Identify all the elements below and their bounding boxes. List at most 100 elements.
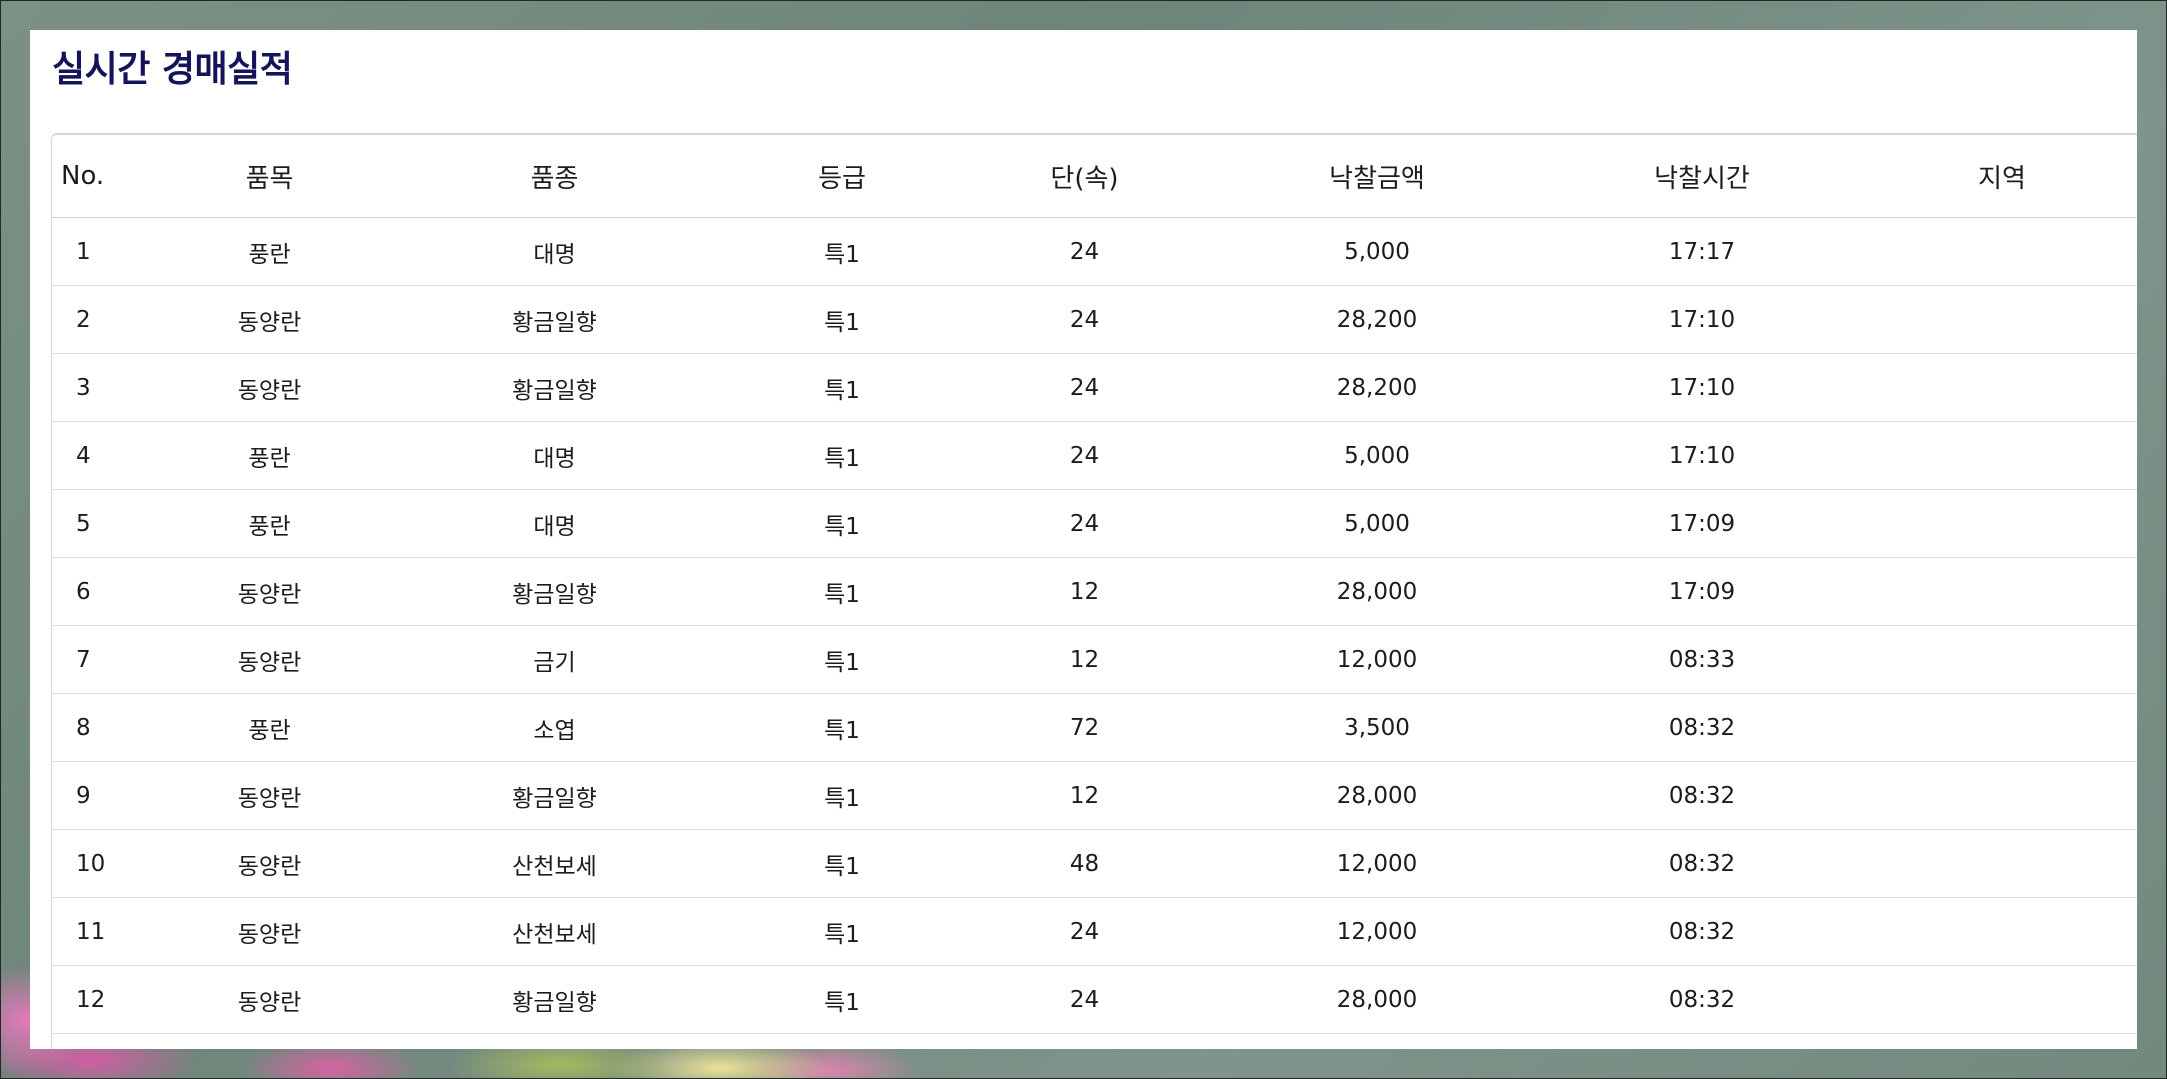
cell-region <box>1832 557 2137 626</box>
cell-variety: 소엽 <box>412 693 697 762</box>
cell-unit: 24 <box>987 897 1182 966</box>
cell-grade: 특1 <box>697 353 987 422</box>
cell-no: 9 <box>52 761 127 830</box>
table-row: 1 풍란 대명 특1 24 5,000 17:17 <box>52 217 2137 286</box>
cell-price: 28,200 <box>1182 285 1572 354</box>
cell-no: 12 <box>52 965 127 1034</box>
cell-region <box>1832 829 2137 898</box>
cell-item: 동양란 <box>127 285 412 354</box>
header-item: 품목 <box>127 135 412 218</box>
cell-variety: 금기 <box>412 625 697 694</box>
cell-time: 17:10 <box>1572 353 1832 422</box>
table-row: 3 동양란 황금일향 특1 24 28,200 17:10 <box>52 353 2137 422</box>
cell-unit: 12 <box>987 625 1182 694</box>
cell-variety: 대명 <box>412 421 697 490</box>
cell-price: 3,500 <box>1182 693 1572 762</box>
table-row: 5 풍란 대명 특1 24 5,000 17:09 <box>52 489 2137 558</box>
header-variety: 품종 <box>412 135 697 218</box>
cell-grade: 특1 <box>697 217 987 286</box>
cell-unit: 24 <box>987 965 1182 1034</box>
table-body: 1 풍란 대명 특1 24 5,000 17:17 2 동양란 황금일향 특1 24 28,200 17:… <box>52 217 2137 1034</box>
cell-grade: 특1 <box>697 965 987 1034</box>
cell-item: 동양란 <box>127 557 412 626</box>
cell-price: 5,000 <box>1182 489 1572 558</box>
cell-region <box>1832 693 2137 762</box>
cell-grade: 특1 <box>697 829 987 898</box>
cell-item: 동양란 <box>127 965 412 1034</box>
cell-price: 12,000 <box>1182 625 1572 694</box>
cell-unit: 12 <box>987 557 1182 626</box>
auction-results-table: No. 품목 품종 등급 단(속) 낙찰금액 낙찰시간 지역 1 풍란 대명 특1 24… <box>52 135 2137 1034</box>
cell-grade: 특1 <box>697 557 987 626</box>
cell-grade: 특1 <box>697 761 987 830</box>
header-no: No. <box>52 135 127 218</box>
cell-region <box>1832 897 2137 966</box>
cell-unit: 24 <box>987 421 1182 490</box>
table-header-row: No. 품목 품종 등급 단(속) 낙찰금액 낙찰시간 지역 <box>52 135 2137 218</box>
cell-time: 17:09 <box>1572 557 1832 626</box>
table-row: 6 동양란 황금일향 특1 12 28,000 17:09 <box>52 557 2137 626</box>
table-row: 8 풍란 소엽 특1 72 3,500 08:32 <box>52 693 2137 762</box>
cell-region <box>1832 489 2137 558</box>
cell-price: 28,000 <box>1182 965 1572 1034</box>
cell-grade: 특1 <box>697 897 987 966</box>
cell-no: 10 <box>52 829 127 898</box>
cell-no: 3 <box>52 353 127 422</box>
cell-grade: 특1 <box>697 693 987 762</box>
cell-variety: 황금일향 <box>412 353 697 422</box>
cell-region <box>1832 625 2137 694</box>
cell-grade: 특1 <box>697 421 987 490</box>
cell-no: 1 <box>52 217 127 286</box>
cell-price: 5,000 <box>1182 421 1572 490</box>
cell-price: 28,000 <box>1182 557 1572 626</box>
cell-time: 08:33 <box>1572 625 1832 694</box>
cell-time: 08:32 <box>1572 965 1832 1034</box>
cell-variety: 산천보세 <box>412 829 697 898</box>
cell-time: 17:10 <box>1572 421 1832 490</box>
cell-grade: 특1 <box>697 285 987 354</box>
cell-region <box>1832 965 2137 1034</box>
cell-time: 17:09 <box>1572 489 1832 558</box>
cell-price: 28,200 <box>1182 353 1572 422</box>
header-grade: 등급 <box>697 135 987 218</box>
table-row: 11 동양란 산천보세 특1 24 12,000 08:32 <box>52 897 2137 966</box>
cell-no: 8 <box>52 693 127 762</box>
cell-time: 17:10 <box>1572 285 1832 354</box>
results-table-container: No. 품목 품종 등급 단(속) 낙찰금액 낙찰시간 지역 1 풍란 대명 특1 24… <box>51 133 2137 1049</box>
cell-unit: 24 <box>987 353 1182 422</box>
header-region: 지역 <box>1832 135 2137 218</box>
cell-item: 동양란 <box>127 353 412 422</box>
cell-item: 동양란 <box>127 897 412 966</box>
cell-region <box>1832 285 2137 354</box>
cell-time: 08:32 <box>1572 829 1832 898</box>
cell-item: 풍란 <box>127 421 412 490</box>
cell-region <box>1832 217 2137 286</box>
cell-item: 풍란 <box>127 489 412 558</box>
cell-variety: 황금일향 <box>412 557 697 626</box>
cell-time: 08:32 <box>1572 693 1832 762</box>
table-row: 12 동양란 황금일향 특1 24 28,000 08:32 <box>52 965 2137 1034</box>
table-row: 7 동양란 금기 특1 12 12,000 08:33 <box>52 625 2137 694</box>
cell-time: 17:17 <box>1572 217 1832 286</box>
cell-region <box>1832 761 2137 830</box>
cell-no: 2 <box>52 285 127 354</box>
cell-variety: 대명 <box>412 217 697 286</box>
cell-item: 풍란 <box>127 693 412 762</box>
cell-price: 5,000 <box>1182 217 1572 286</box>
page-title: 실시간 경매실적 <box>52 49 293 90</box>
cell-variety: 대명 <box>412 489 697 558</box>
cell-item: 동양란 <box>127 625 412 694</box>
auction-results-panel: 실시간 경매실적 No. 품목 품종 등급 단(속) 낙찰금액 낙찰시간 지역 … <box>30 30 2137 1049</box>
cell-no: 5 <box>52 489 127 558</box>
cell-price: 28,000 <box>1182 761 1572 830</box>
cell-time: 08:32 <box>1572 897 1832 966</box>
cell-no: 7 <box>52 625 127 694</box>
cell-unit: 24 <box>987 217 1182 286</box>
cell-variety: 황금일향 <box>412 285 697 354</box>
table-row: 4 풍란 대명 특1 24 5,000 17:10 <box>52 421 2137 490</box>
table-row: 10 동양란 산천보세 특1 48 12,000 08:32 <box>52 829 2137 898</box>
cell-item: 풍란 <box>127 217 412 286</box>
cell-price: 12,000 <box>1182 829 1572 898</box>
cell-no: 11 <box>52 897 127 966</box>
cell-variety: 황금일향 <box>412 761 697 830</box>
